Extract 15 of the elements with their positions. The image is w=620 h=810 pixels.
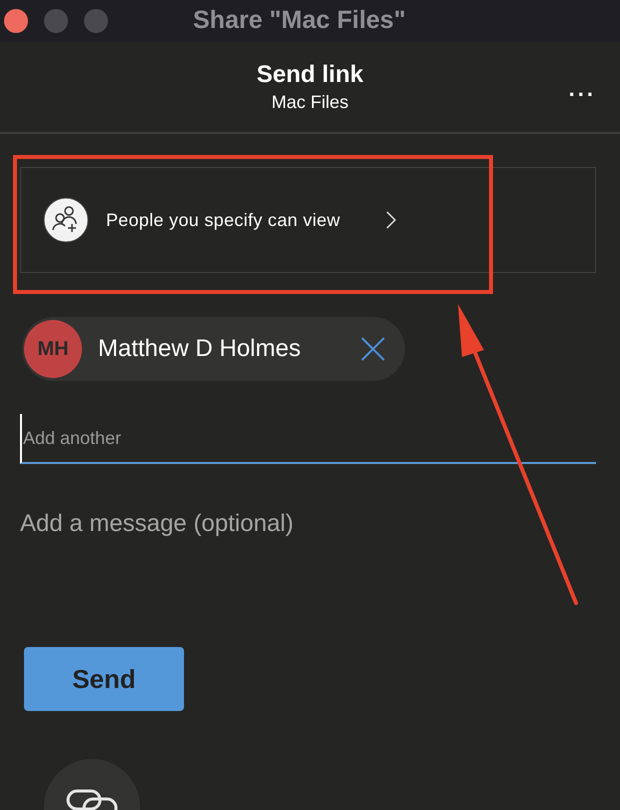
more-button[interactable]: ... [568, 72, 596, 105]
message-field[interactable]: Add a message (optional) [20, 499, 596, 549]
people-add-icon [43, 197, 89, 243]
close-window-button[interactable] [4, 9, 28, 33]
chevron-right-icon [385, 210, 398, 230]
window-title: Share "Mac Files" [193, 5, 406, 36]
dialog-subtitle: Mac Files [271, 91, 348, 114]
link-icon [66, 789, 118, 810]
avatar-initials: MH [24, 320, 82, 378]
send-button[interactable]: Send [24, 647, 184, 711]
permission-setting[interactable]: People you specify can view [20, 167, 596, 273]
recipient-name: Matthew D Holmes [98, 334, 302, 364]
dialog-title: Send link [256, 60, 364, 90]
add-recipient-field[interactable]: Add another [20, 414, 596, 464]
remove-recipient-button[interactable] [359, 335, 387, 363]
